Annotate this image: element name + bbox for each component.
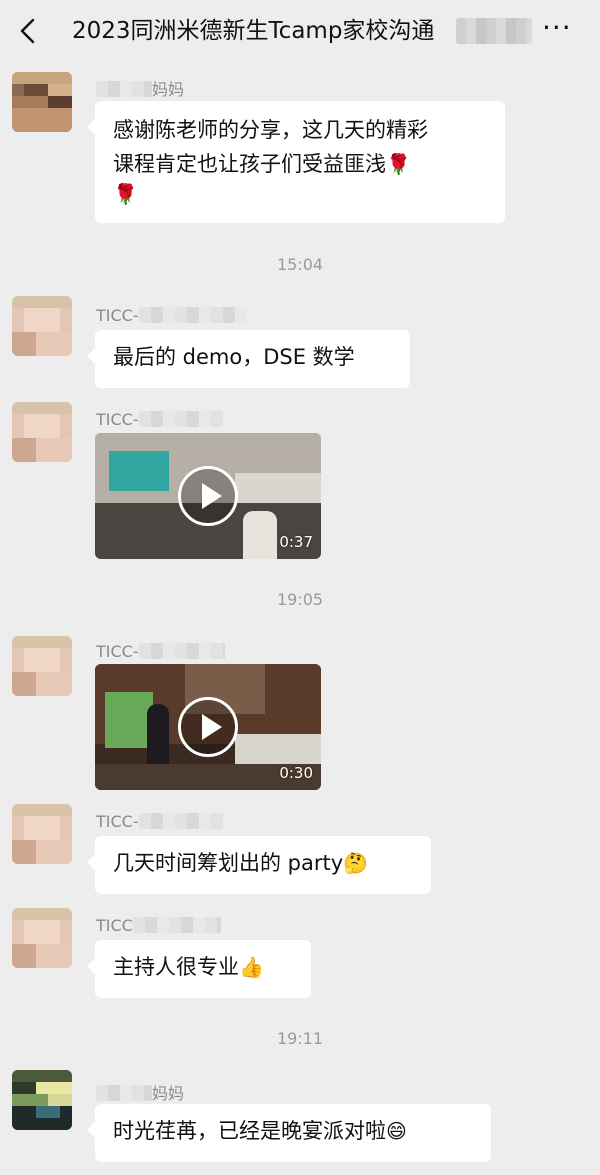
message-text-line: 课程肯定也让孩子们受益匪浅🌹 <box>113 147 487 181</box>
sender-name: TICC- <box>96 812 223 831</box>
grinning-face-icon: 😄 <box>386 1119 407 1143</box>
message-text-line: 🌹 <box>113 177 487 211</box>
video-duration: 0:30 <box>279 764 313 782</box>
rose-icon: 🌹 <box>113 182 138 206</box>
more-options-icon[interactable]: ··· <box>542 14 576 44</box>
avatar[interactable] <box>12 636 72 696</box>
play-button-icon[interactable] <box>178 697 238 757</box>
title-redaction <box>456 18 532 44</box>
sender-name: TICC- <box>96 306 247 325</box>
sender-name: TICC- <box>96 642 225 661</box>
chat-title: 2023同洲米德新生Tcamp家校沟通 <box>72 18 435 44</box>
rose-icon: 🌹 <box>386 152 411 176</box>
avatar[interactable] <box>12 296 72 356</box>
timestamp: 19:11 <box>276 1029 324 1048</box>
sender-name: TICC <box>96 916 221 935</box>
message-bubble[interactable]: 几天时间筹划出的 party🤔 <box>87 836 431 894</box>
avatar[interactable] <box>12 402 72 462</box>
message-bubble[interactable]: 时光荏苒，已经是晚宴派对啦😄 <box>87 1104 491 1162</box>
back-arrow-icon[interactable] <box>14 16 44 46</box>
message-bubble[interactable]: 主持人很专业👍 <box>87 940 311 998</box>
message-text-line: 感谢陈老师的分享，这几天的精彩 <box>113 118 428 142</box>
video-message[interactable]: 0:37 <box>95 433 321 559</box>
avatar[interactable] <box>12 804 72 864</box>
sender-name: 妈妈 <box>96 1080 184 1104</box>
play-button-icon[interactable] <box>178 466 238 526</box>
timestamp: 15:04 <box>276 255 324 274</box>
avatar[interactable] <box>12 908 72 968</box>
sender-name: TICC- <box>96 410 223 429</box>
chat-header: 2023同洲米德新生Tcamp家校沟通 ··· <box>0 0 600 62</box>
sender-name: 妈妈 <box>96 76 184 100</box>
message-bubble[interactable]: 最后的 demo，DSE 数学 <box>87 330 410 388</box>
thumbs-up-icon: 👍 <box>239 955 264 979</box>
video-duration: 0:37 <box>279 533 313 551</box>
message-bubble[interactable]: 感谢陈老师的分享，这几天的精彩 课程肯定也让孩子们受益匪浅🌹 🌹 <box>87 101 505 223</box>
timestamp: 19:05 <box>276 590 324 609</box>
avatar[interactable] <box>12 72 72 132</box>
avatar[interactable] <box>12 1070 72 1130</box>
video-message[interactable]: 0:30 <box>95 664 321 790</box>
thinking-face-icon: 🤔 <box>343 851 369 875</box>
